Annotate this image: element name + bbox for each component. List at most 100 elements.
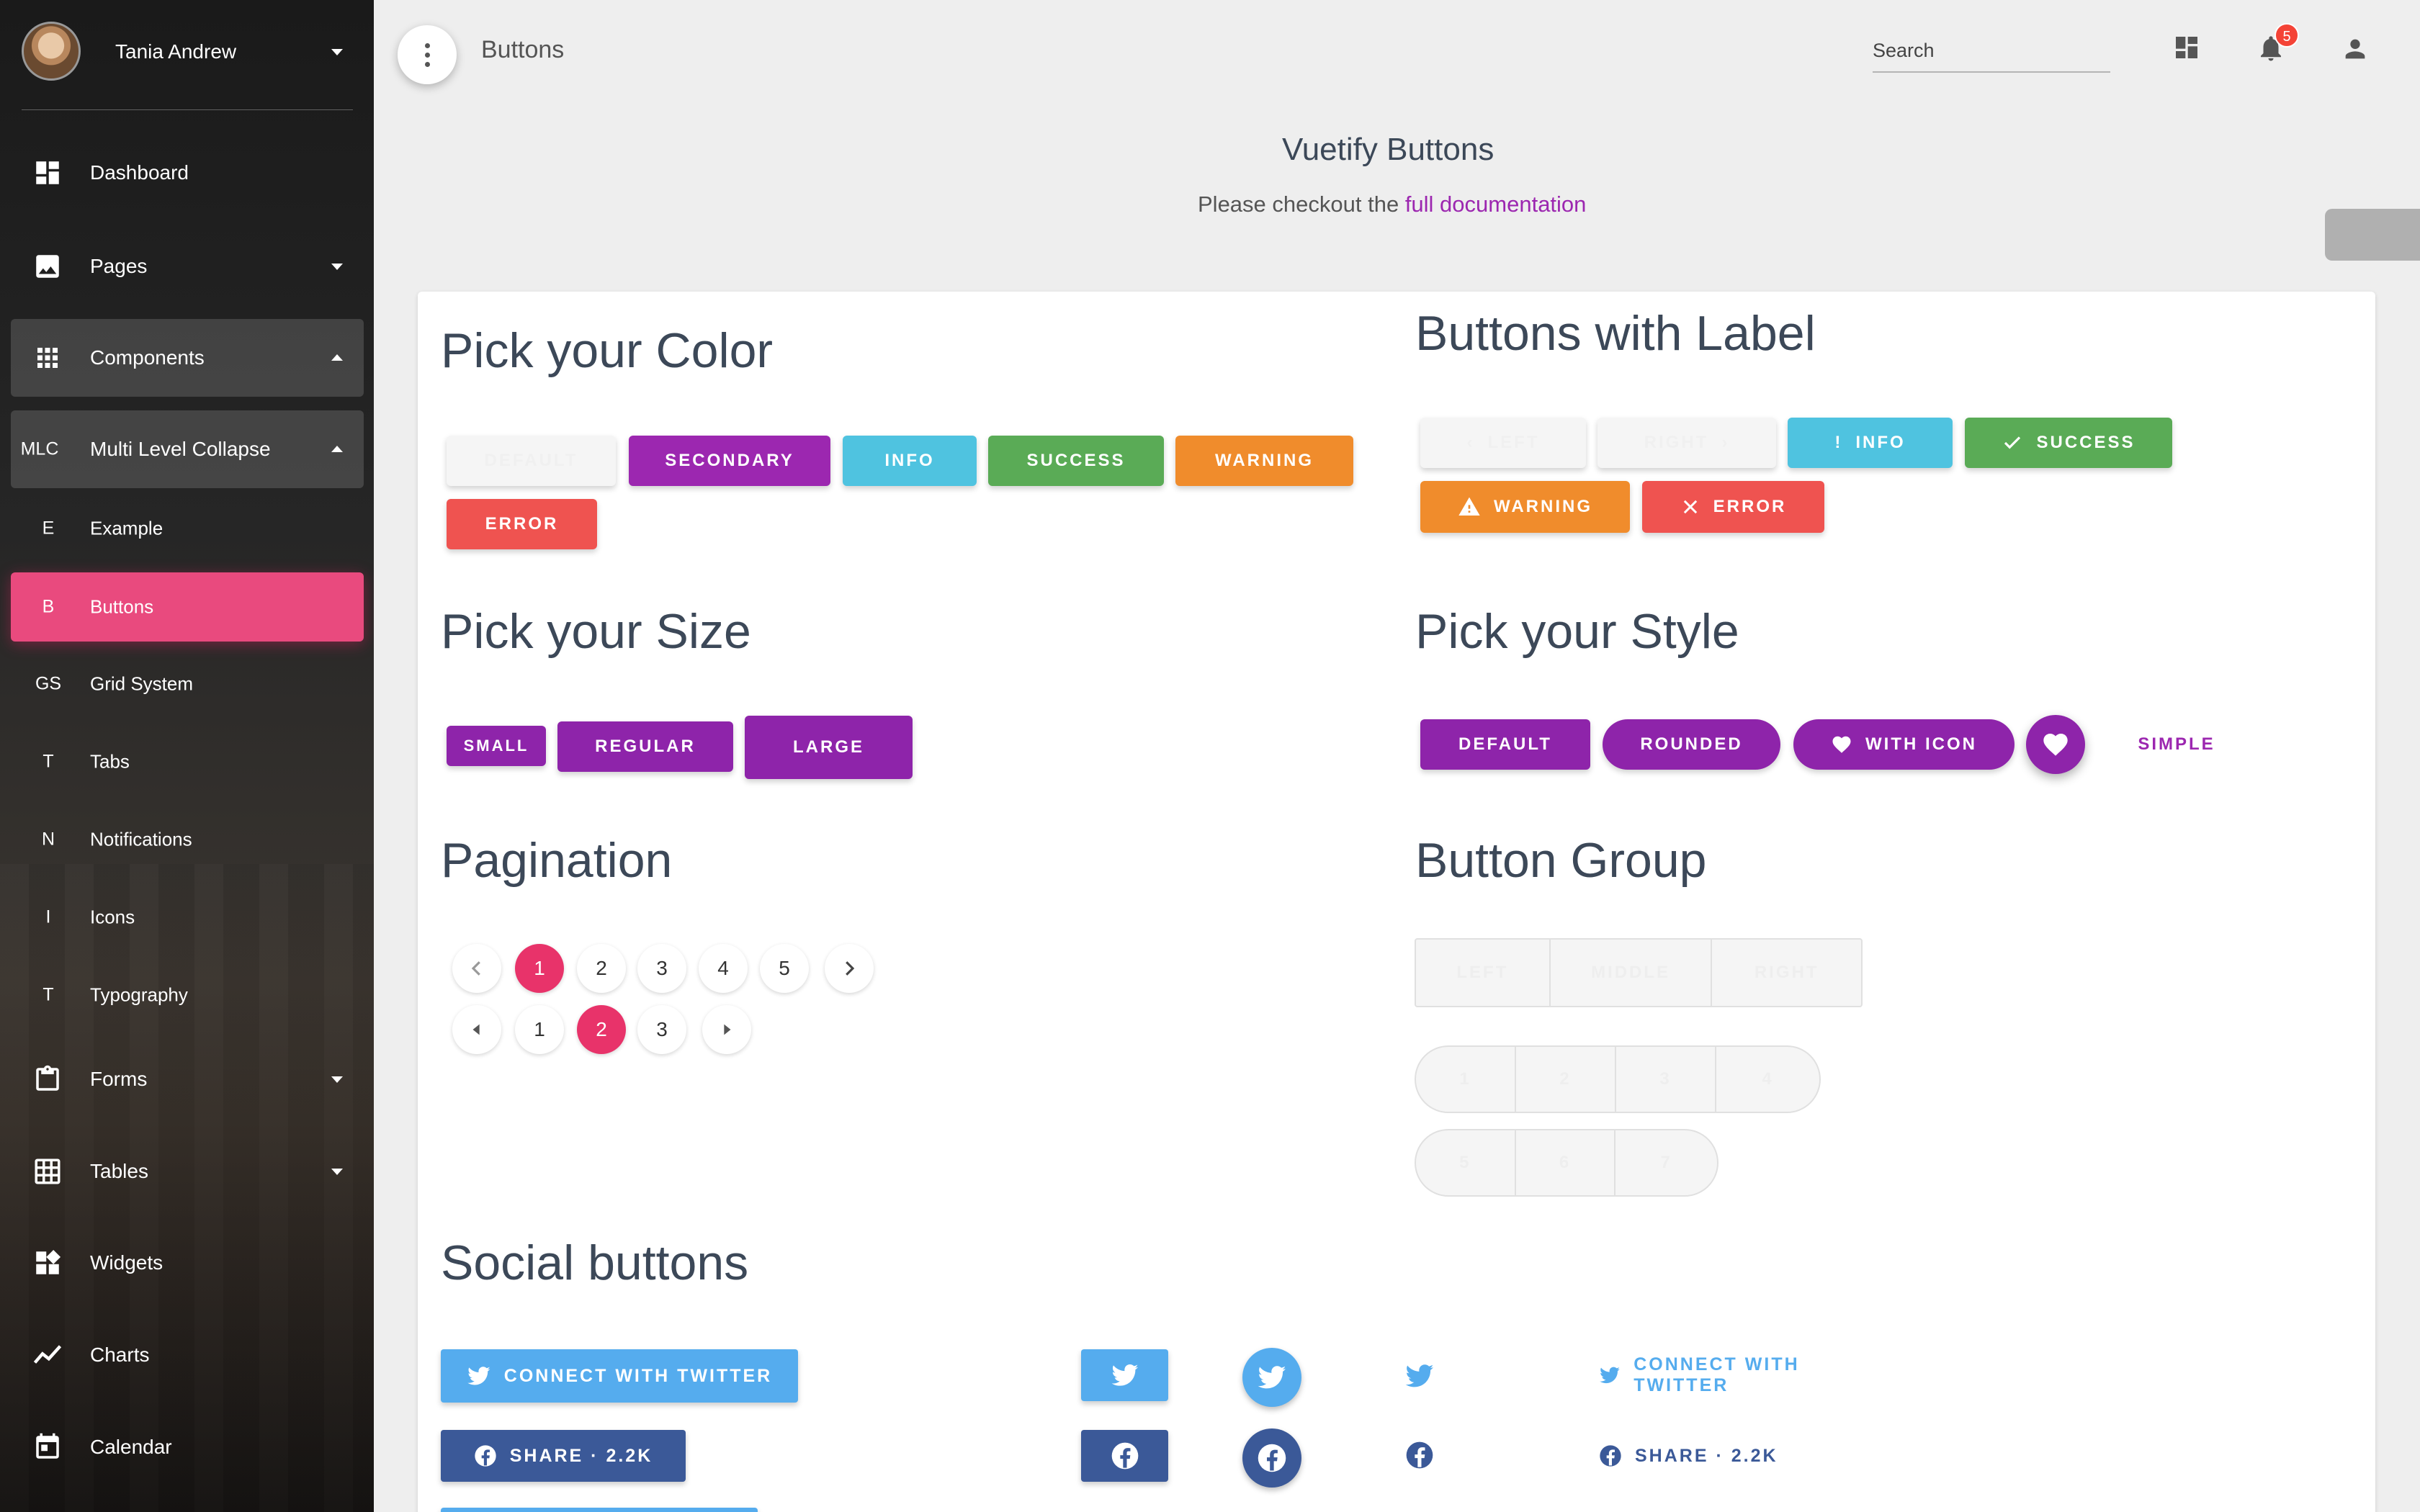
warning-button[interactable]: Warning — [1175, 436, 1353, 486]
page-button[interactable]: 3 — [637, 944, 686, 993]
button-label: Connect with Twitter — [503, 1365, 773, 1386]
next-page-button[interactable] — [702, 1005, 751, 1054]
button-label: Connect with Twitter — [1634, 1354, 1800, 1395]
twitter-simple-button[interactable]: Connect with Twitter — [1599, 1349, 1887, 1401]
twitter-simple-icon[interactable] — [1404, 1361, 1435, 1391]
regular-button[interactable]: Regular — [557, 721, 733, 772]
left-label-button[interactable]: ‹ Left — [1420, 418, 1586, 468]
group-number-button[interactable]: 7 — [1615, 1130, 1717, 1195]
error-label-button[interactable]: Error — [1642, 481, 1824, 533]
sidebar-item-abbr: T — [42, 984, 54, 1005]
facebook-simple-button[interactable]: Share · 2.2k — [1599, 1430, 1815, 1482]
sidebar-item-calendar[interactable]: Calendar — [11, 1408, 364, 1486]
menu-button[interactable] — [398, 25, 457, 84]
sidebar-item-icons[interactable]: I Icons — [11, 881, 364, 953]
sidebar-item-label: Typography — [90, 984, 188, 1006]
sidebar-item-grid-system[interactable]: GS Grid System — [11, 648, 364, 720]
page-button[interactable]: 3 — [637, 1005, 686, 1054]
twitter-round-button[interactable] — [1242, 1348, 1301, 1407]
sidebar-item-abbr: GS — [35, 673, 62, 694]
person-icon[interactable] — [2341, 35, 2370, 63]
dashboard-icon[interactable] — [2172, 33, 2201, 62]
warning-label-button[interactable]: Warning — [1420, 481, 1630, 533]
large-button[interactable]: Large — [745, 716, 913, 779]
success-label-button[interactable]: Success — [1965, 418, 2172, 468]
default-button[interactable]: Default — [447, 436, 616, 486]
section-title-label: Buttons with Label — [1415, 306, 1816, 361]
secondary-button[interactable]: Secondary — [629, 436, 830, 486]
prev-page-button[interactable] — [452, 1005, 501, 1054]
sidebar-item-tabs[interactable]: T Tabs — [11, 726, 364, 798]
success-button[interactable]: Success — [988, 436, 1164, 486]
page-button[interactable]: 4 — [699, 944, 748, 993]
error-button[interactable]: Error — [447, 499, 597, 549]
sidebar-item-widgets[interactable]: Widgets — [11, 1224, 364, 1302]
facebook-icon-button[interactable] — [1081, 1430, 1168, 1482]
button-label: Error — [1713, 497, 1787, 516]
page-button[interactable]: 2 — [577, 1005, 626, 1054]
clipboard-icon — [36, 1065, 59, 1091]
sidebar-item-dashboard[interactable]: Dashboard — [11, 134, 364, 212]
twitter-icon — [1258, 1366, 1286, 1389]
right-label-button[interactable]: Right › — [1597, 418, 1776, 468]
search-input[interactable] — [1873, 32, 2110, 68]
facebook-simple-icon[interactable] — [1405, 1441, 1434, 1470]
facebook-share-button[interactable]: Share · 2.2k — [441, 1430, 686, 1482]
sidebar-item-buttons[interactable]: B Buttons — [11, 572, 364, 642]
sidebar-item-label: Grid System — [90, 672, 194, 695]
documentation-link[interactable]: full documentation — [1405, 192, 1587, 217]
sidebar-item-forms[interactable]: Forms — [11, 1040, 364, 1118]
next-page-button[interactable] — [825, 944, 874, 993]
sidebar-user[interactable]: Tania Andrew — [0, 0, 374, 108]
prev-page-button[interactable] — [452, 944, 501, 993]
sidebar-item-tables[interactable]: Tables — [11, 1133, 364, 1210]
info-label-button[interactable]: ! Info — [1788, 418, 1953, 468]
default-style-button[interactable]: Default — [1420, 719, 1590, 770]
with-icon-button[interactable]: With Icon — [1793, 719, 2015, 770]
group-number-button[interactable]: 2 — [1516, 1047, 1617, 1112]
twitter-icon-button[interactable] — [1081, 1349, 1168, 1401]
sidebar-item-pages[interactable]: Pages — [11, 228, 364, 305]
group-number-button[interactable]: 5 — [1416, 1130, 1516, 1195]
avatar[interactable] — [22, 22, 81, 81]
rounded-button[interactable]: Rounded — [1603, 719, 1780, 770]
settings-tab[interactable] — [2325, 209, 2420, 261]
page-button[interactable]: 1 — [515, 1005, 564, 1054]
group-right-button[interactable]: Right — [1712, 940, 1861, 1006]
simple-button[interactable]: Simple — [2118, 719, 2236, 770]
sidebar-item-example[interactable]: E Example — [11, 492, 364, 564]
sidebar-item-notifications[interactable]: N Notifications — [11, 804, 364, 876]
group-number-button[interactable]: 3 — [1616, 1047, 1717, 1112]
image-icon — [36, 255, 59, 278]
heart-fab-button[interactable] — [2026, 715, 2085, 774]
group-middle-button[interactable]: Middle — [1551, 940, 1713, 1006]
sidebar-item-label: Example — [90, 517, 163, 539]
group-left-button[interactable]: Left — [1416, 940, 1551, 1006]
page-button[interactable]: 5 — [760, 944, 809, 993]
group-number-button[interactable]: 1 — [1416, 1047, 1517, 1112]
sidebar-item-typography[interactable]: T Typography — [11, 959, 364, 1031]
dot — [425, 62, 430, 67]
sidebar-item-multi-level-collapse[interactable]: MLC Multi Level Collapse — [11, 410, 364, 488]
twitter-icon — [467, 1367, 490, 1385]
sidebar-item-charts[interactable]: Charts — [11, 1316, 364, 1394]
page-button[interactable]: 2 — [577, 944, 626, 993]
group-number-button[interactable]: 6 — [1516, 1130, 1616, 1195]
info-button[interactable]: Info — [843, 436, 977, 486]
arrow-right-icon — [724, 1024, 731, 1035]
group-number-button[interactable]: 4 — [1716, 1047, 1819, 1112]
warning-icon — [1458, 497, 1480, 516]
main-subtitle: Please checkout the full documentation — [1198, 192, 1586, 217]
chevron-up-icon — [331, 354, 343, 361]
sidebar-item-abbr: I — [45, 906, 51, 927]
page-button[interactable]: 1 — [515, 944, 564, 993]
sidebar-item-components[interactable]: Components — [11, 319, 364, 397]
sidebar-item-label: Pages — [90, 255, 148, 277]
sidebar-item-label: Icons — [90, 906, 135, 928]
facebook-round-button[interactable] — [1242, 1428, 1301, 1488]
twitter-connect-button[interactable]: Connect with Twitter — [441, 1349, 798, 1403]
button-group-text: Left Middle Right — [1415, 938, 1863, 1007]
search-field[interactable] — [1873, 32, 2110, 73]
small-button[interactable]: Small — [447, 726, 546, 766]
google-share-button[interactable] — [441, 1508, 758, 1512]
